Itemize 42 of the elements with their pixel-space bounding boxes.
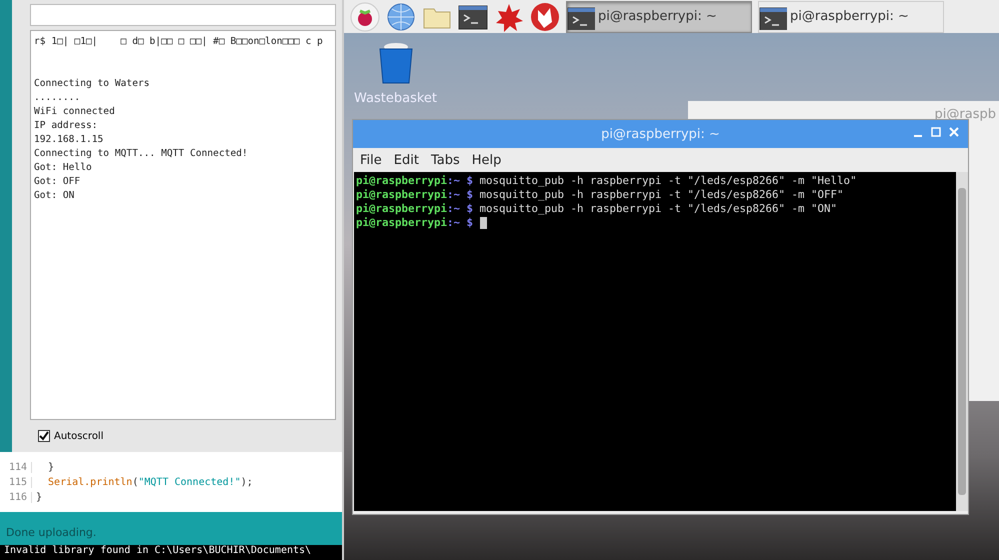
line-number: 116 (0, 492, 32, 503)
prompt-symbol: $ (466, 174, 474, 188)
close-icon[interactable] (948, 126, 960, 138)
taskbar-task[interactable]: pi@raspberrypi: ~ (758, 0, 944, 32)
prompt-path: :~ (447, 216, 460, 230)
prompt-path: :~ (447, 202, 460, 216)
code-line: } (47, 462, 54, 473)
serial-input-field[interactable] (30, 4, 336, 26)
prompt-user: pi@raspberrypi (356, 174, 448, 188)
prompt-path: :~ (447, 174, 460, 188)
raspberry-icon[interactable] (350, 2, 380, 32)
command-text: mosquitto_pub -h raspberrypi -t "/leds/esp8266" -m "Hello" (480, 174, 857, 188)
console-output: Invalid library found in C:\Users\BUCHIR\Documents\ (0, 545, 342, 560)
maximize-icon[interactable] (930, 126, 942, 138)
prompt-path: :~ (447, 188, 460, 202)
line-number: 115 (0, 477, 32, 488)
text-cursor (480, 217, 487, 229)
globe-icon[interactable] (386, 2, 416, 32)
menu-item[interactable]: Edit (394, 152, 419, 168)
menu-item[interactable]: Tabs (430, 152, 460, 168)
command-text: mosquitto_pub -h raspberrypi -t "/leds/esp8266" -m "ON" (480, 202, 838, 216)
menu-item[interactable]: Help (472, 152, 502, 168)
menu-item[interactable]: File (360, 152, 382, 168)
prompt-user: pi@raspberrypi (356, 202, 448, 216)
code-line: Serial.println("MQTT Connected!"); (47, 477, 253, 488)
scrollbar[interactable] (956, 172, 968, 511)
serial-output: r$ 1□| □1□| □ d□ b|□□ □ □□| #□ B□□on□lon□□□ c p Connecting to Waters ........ WiFi connected IP address: 192.168.1.15 Connecting to MQTT... MQTT Connected! Got: Hello Got: OFF Got: ON (30, 30, 336, 420)
prompt-symbol: $ (466, 216, 474, 230)
prompt-symbol: $ (466, 188, 474, 202)
prompt-user: pi@raspberrypi (356, 216, 448, 230)
line-number: 114 (0, 462, 32, 473)
command-text: mosquitto_pub -h raspberrypi -t "/leds/esp8266" -m "OFF" (480, 188, 844, 202)
prompt-symbol: $ (466, 202, 474, 216)
window-title: pi@raspb (934, 107, 996, 122)
taskbar-task[interactable]: pi@raspberrypi: ~ (566, 0, 752, 32)
status-bar: Done uploading. (0, 512, 342, 545)
code-line: } (36, 492, 42, 503)
autoscroll-label: Autoscroll (54, 430, 104, 442)
prompt-user: pi@raspberrypi (356, 188, 448, 202)
window-title: pi@raspberrypi: ~ (601, 126, 720, 142)
autoscroll-checkbox[interactable] (38, 430, 50, 442)
burst-icon[interactable] (494, 2, 524, 32)
